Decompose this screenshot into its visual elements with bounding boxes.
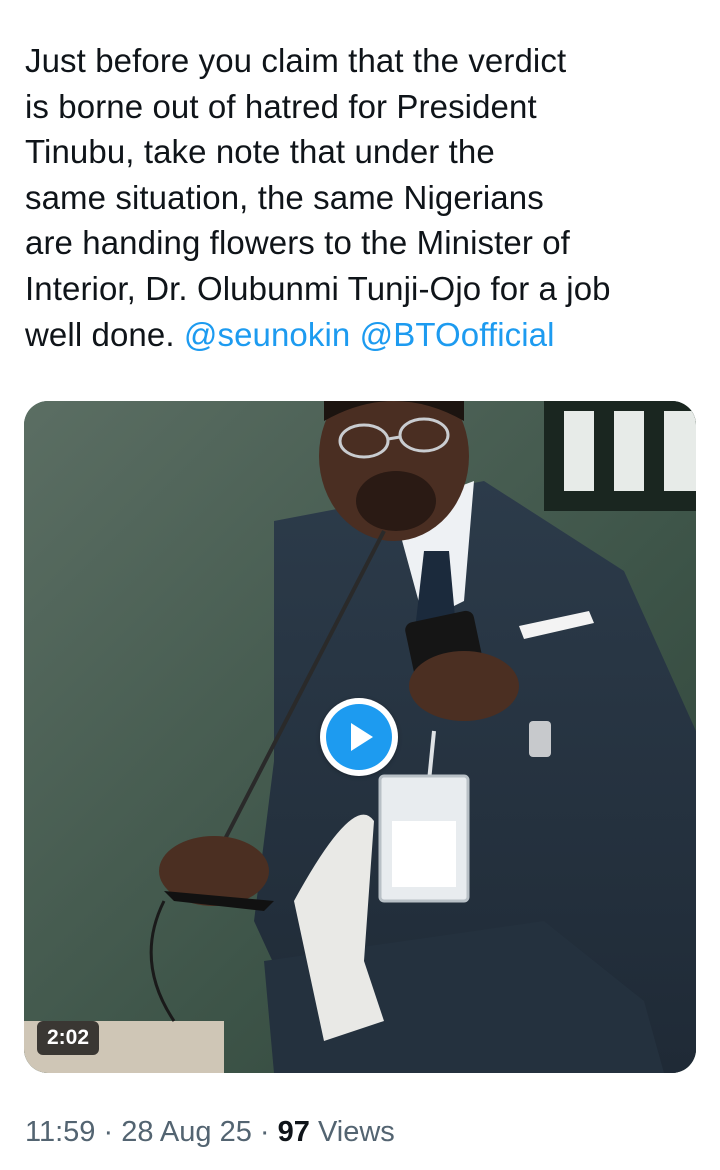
views-label: Views: [309, 1116, 395, 1148]
tweet-time[interactable]: 11:59: [25, 1116, 95, 1148]
tweet-text-last-line: well done. @seunokin @BTOofficial: [25, 312, 705, 358]
tweet-text-line: same situation, the same Nigerians: [25, 178, 544, 216]
tweet-text-line: well done.: [25, 315, 184, 353]
video-media[interactable]: 2:02: [24, 401, 696, 1073]
views-count: 97: [277, 1116, 310, 1148]
separator-dot: ·: [95, 1116, 122, 1148]
tweet-metadata: 11:59 · 28 Aug 25 · 97 Views: [25, 1112, 395, 1152]
separator-dot: ·: [251, 1116, 278, 1148]
play-button[interactable]: [320, 698, 398, 776]
tweet-text-line: Interior, Dr. Olubunmi Tunji-Ojo for a j…: [25, 269, 611, 307]
tweet-text: Just before you claim that the verdict i…: [25, 38, 705, 357]
tweet-text-line: Just before you claim that the verdict: [25, 42, 567, 79]
tweet-text-line: are handing flowers to the Minister of: [25, 224, 570, 262]
tweet-date[interactable]: 28 Aug 25: [121, 1116, 252, 1148]
mention-link-btoofficial[interactable]: @BTOofficial: [360, 316, 555, 353]
tweet-text-line: Tinubu, take note that under the: [25, 133, 495, 171]
play-button-circle: [326, 704, 392, 770]
mention-link-seunokin[interactable]: @seunokin: [184, 316, 351, 353]
play-icon: [351, 723, 373, 751]
video-duration-badge: 2:02: [37, 1021, 100, 1055]
tweet-text-line: is borne out of hatred for President: [25, 87, 537, 125]
